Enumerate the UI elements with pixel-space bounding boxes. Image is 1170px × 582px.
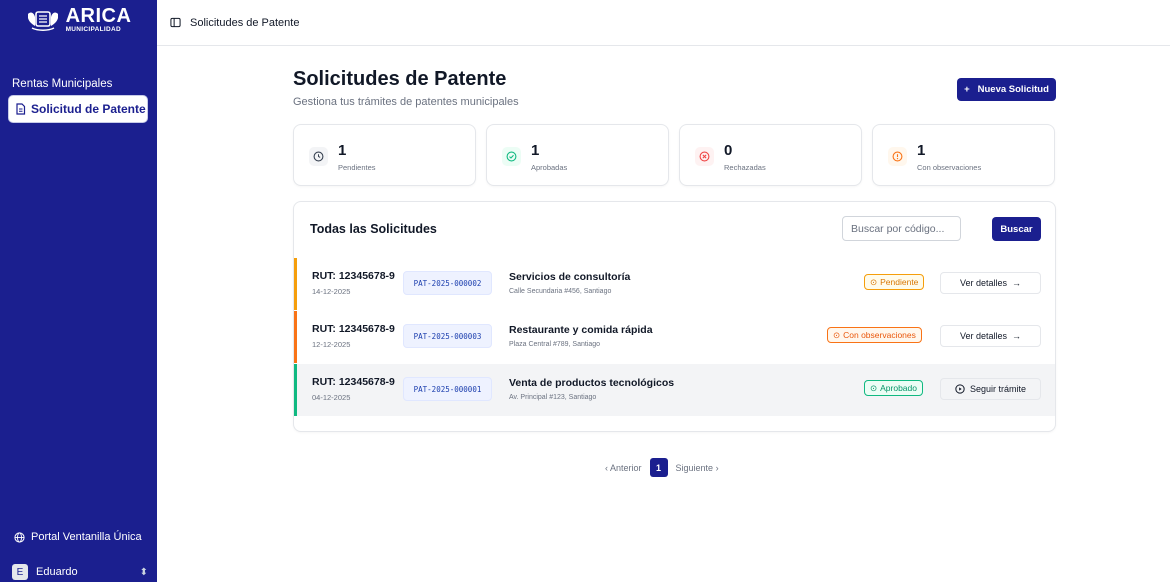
status-label: Aprobado	[880, 383, 917, 393]
check-circle-icon	[502, 147, 521, 166]
status-label: Pendiente	[880, 277, 919, 287]
sidebar-item-label: Solicitud de Patente	[31, 102, 146, 116]
status-label: Con observaciones	[843, 330, 916, 340]
sidebar-item-solicitud-de-patente[interactable]: Solicitud de Patente	[8, 95, 148, 123]
next-page-button[interactable]: Siguiente ›	[676, 463, 719, 473]
sidebar: ARICA MUNICIPALIDAD Rentas Municipales S…	[0, 0, 157, 582]
sidebar-item-label: Rentas Municipales	[12, 78, 113, 90]
plus-icon: +	[964, 84, 970, 95]
row-service: Servicios de consultoría	[509, 271, 631, 283]
row-date: 12-12-2025	[312, 340, 351, 349]
brand-title: ARICA	[65, 5, 132, 28]
action-label: Ver detalles	[959, 331, 1008, 341]
row-code-badge: PAT-2025-000001	[403, 377, 492, 401]
requests-card: Todas las Solicitudes Buscar RUT: 123456…	[293, 201, 1056, 432]
x-circle-icon	[695, 147, 714, 166]
pagination: ‹ Anterior 1 Siguiente ›	[605, 458, 719, 477]
row-service: Restaurante y comida rápida	[509, 324, 653, 336]
brand-logo[interactable]: ARICA MUNICIPALIDAD	[0, 0, 157, 40]
row-rut: RUT: 12345678-9	[312, 376, 395, 388]
arrow-right-icon: →	[1012, 331, 1022, 341]
status-badge: ⊙ Pendiente	[864, 274, 925, 290]
avatar: E	[12, 564, 28, 580]
prev-label: Anterior	[610, 462, 642, 473]
arrow-right-icon: →	[1012, 278, 1022, 288]
row-service: Venta de productos tecnológicos	[509, 377, 675, 389]
new-request-label: Nueva Solicitud	[977, 84, 1049, 95]
clock-icon: ⊙	[870, 276, 878, 287]
play-circle-icon	[955, 384, 965, 394]
action-label: Seguir trámite	[969, 384, 1027, 394]
stat-label: Aprobadas	[531, 163, 568, 172]
page-1-button[interactable]: 1	[649, 458, 668, 477]
row-address: Plaza Central #789, Santiago	[509, 341, 601, 348]
stat-value: 1	[338, 142, 347, 159]
portal-ventanilla-link[interactable]: Portal Ventanilla Única	[14, 531, 142, 543]
row-rut: RUT: 12345678-9	[312, 323, 395, 335]
page-title: Solicitudes de Patente	[293, 68, 507, 90]
status-badge: ⊙ Aprobado	[864, 380, 923, 396]
status-accent-bar	[294, 364, 297, 416]
user-name: Eduardo	[36, 566, 78, 578]
globe-icon	[14, 531, 25, 543]
table-row[interactable]: RUT: 12345678-9 04-12-2025 PAT-2025-0000…	[294, 364, 1055, 416]
stat-card-rechazadas: 0 Rechazadas	[679, 124, 862, 186]
page-subtitle: Gestiona tus trámites de patentes munici…	[293, 96, 519, 108]
row-address: Av. Principal #123, Santiago	[509, 394, 597, 401]
stat-card-pendientes: 1 Pendientes	[293, 124, 476, 186]
search-button[interactable]: Buscar	[992, 217, 1041, 241]
row-date: 04-12-2025	[312, 393, 351, 402]
status-badge: ⊙ Con observaciones	[827, 327, 922, 343]
status-accent-bar	[294, 258, 297, 310]
row-address: Calle Secundaria #456, Santiago	[509, 288, 612, 295]
stat-value: 1	[917, 142, 926, 159]
brand-subtitle: MUNICIPALIDAD	[65, 26, 121, 34]
table-row[interactable]: RUT: 12345678-9 12-12-2025 PAT-2025-0000…	[294, 311, 1055, 363]
requests-title: Todas las Solicitudes	[310, 222, 437, 236]
clock-icon	[309, 147, 328, 166]
stat-value: 1	[531, 142, 540, 159]
view-details-button[interactable]: Ver detalles →	[940, 272, 1041, 294]
view-details-button[interactable]: Ver detalles →	[940, 325, 1041, 347]
continue-process-button[interactable]: Seguir trámite	[940, 378, 1041, 400]
check-circle-icon: ⊙	[870, 382, 878, 393]
new-request-button[interactable]: + Nueva Solicitud	[957, 78, 1056, 101]
breadcrumb: Solicitudes de Patente	[190, 16, 300, 29]
chevron-left-icon: ‹	[605, 462, 608, 473]
document-icon	[16, 103, 26, 115]
sidebar-toggle-icon[interactable]	[170, 17, 181, 28]
municipal-crest-icon	[27, 11, 58, 31]
action-label: Ver detalles	[959, 278, 1008, 288]
next-label: Siguiente	[675, 462, 714, 473]
stat-label: Pendientes	[338, 163, 376, 172]
chevron-right-icon: ›	[715, 462, 719, 473]
alert-circle-icon	[888, 147, 907, 166]
row-date: 14-12-2025	[312, 287, 351, 296]
chevron-up-down-icon: ⬍	[139, 566, 148, 578]
row-code-badge: PAT-2025-000002	[403, 271, 492, 295]
stat-card-aprobadas: 1 Aprobadas	[486, 124, 669, 186]
stat-label: Con observaciones	[917, 163, 982, 172]
stat-card-con-observaciones: 1 Con observaciones	[872, 124, 1055, 186]
search-input[interactable]	[842, 216, 961, 241]
stat-label: Rechazadas	[724, 163, 766, 172]
user-menu[interactable]: E Eduardo ⬍	[12, 564, 148, 580]
status-accent-bar	[294, 311, 297, 363]
topbar: Solicitudes de Patente	[157, 0, 1170, 46]
clock-icon: ⊙	[833, 329, 841, 340]
prev-page-button[interactable]: ‹ Anterior	[605, 463, 642, 473]
sidebar-item-rentas-municipales[interactable]: Rentas Municipales	[8, 70, 148, 98]
table-row[interactable]: RUT: 12345678-9 14-12-2025 PAT-2025-0000…	[294, 258, 1055, 310]
row-code-badge: PAT-2025-000003	[403, 324, 492, 348]
row-rut: RUT: 12345678-9	[312, 270, 395, 282]
stat-value: 0	[724, 142, 733, 159]
portal-label: Portal Ventanilla Única	[31, 531, 142, 543]
